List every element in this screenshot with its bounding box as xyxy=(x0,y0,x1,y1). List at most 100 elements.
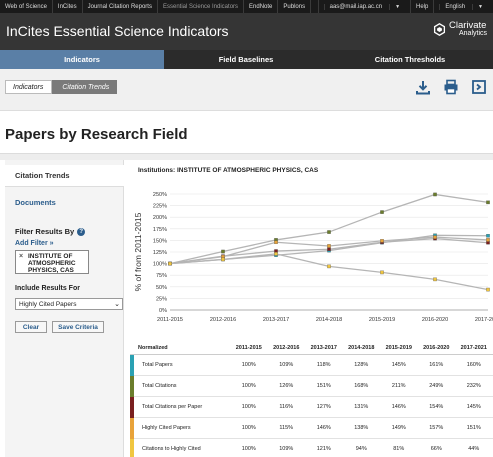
institution-label: Institutions: INSTITUTE OF ATMOSPHERIC P… xyxy=(138,167,319,174)
table-cell: 66% xyxy=(430,446,442,452)
table-cell: 100% xyxy=(241,404,256,410)
clarivate-logo-icon xyxy=(433,22,446,36)
table-cell: 157% xyxy=(429,425,444,431)
data-point xyxy=(486,287,490,292)
x-tick-label: 2012-2016 xyxy=(210,317,236,323)
add-filter-link[interactable]: Add Filter » xyxy=(5,240,124,247)
chevron-down-icon: ⌄ xyxy=(114,301,120,308)
table-cell: 100% xyxy=(241,425,256,431)
table-cell: 100% xyxy=(241,383,256,389)
data-point xyxy=(380,210,384,214)
page-title: Papers by Research Field xyxy=(5,126,188,143)
y-tick-label: 0% xyxy=(159,308,167,314)
y-tick-label: 225% xyxy=(153,204,167,210)
sidebar-item-citation-trends[interactable]: Citation Trends xyxy=(5,165,124,187)
sidebar-item-documents[interactable]: Documents xyxy=(5,198,124,207)
table-cell: 115% xyxy=(279,425,294,431)
tab-field-baselines[interactable]: Field Baselines xyxy=(164,50,328,69)
include-results-label: Include Results For xyxy=(15,285,80,292)
y-tick-label: 75% xyxy=(156,273,167,279)
data-point xyxy=(327,244,331,248)
remove-filter-icon[interactable]: × xyxy=(19,253,23,260)
data-point xyxy=(168,261,172,266)
table-row-label: Total Citations xyxy=(142,383,177,389)
table-header-cell: 2012-2016 xyxy=(273,345,300,351)
page-actions xyxy=(403,79,487,95)
table-header-cell: 2014-2018 xyxy=(348,345,375,351)
data-point xyxy=(327,247,331,251)
table-row-label: Total Citations per Paper xyxy=(142,404,203,410)
help-link[interactable]: Help xyxy=(410,0,433,13)
y-tick-label: 50% xyxy=(156,285,167,291)
include-results-select[interactable]: Highly Cited Papers ⌄ xyxy=(15,298,123,310)
link-jcr[interactable]: Journal Citation Reports xyxy=(83,0,158,13)
data-point xyxy=(327,230,331,234)
link-endnote[interactable]: EndNote xyxy=(244,0,279,13)
data-point xyxy=(486,234,490,238)
help-icon[interactable]: ? xyxy=(77,227,86,236)
table-row-label: Highly Cited Papers xyxy=(142,425,191,431)
data-point xyxy=(274,240,278,245)
table-cell: 109% xyxy=(279,362,294,368)
x-tick-label: 2016-2020 xyxy=(422,317,448,323)
table-cell: 145% xyxy=(391,362,406,368)
y-tick-label: 200% xyxy=(153,215,167,221)
table-cell: 44% xyxy=(468,446,480,452)
table-cell: 131% xyxy=(354,404,369,410)
table-cell: 211% xyxy=(391,383,406,389)
table-header-cell: 2011-2015 xyxy=(235,345,262,351)
breadcrumb: Indicators Citation Trends xyxy=(5,80,118,94)
x-tick-label: 2014-2018 xyxy=(316,317,342,323)
table-cell: 161% xyxy=(429,362,444,368)
language-menu[interactable]: English ▼ xyxy=(433,0,493,13)
account-menu[interactable]: aas@mail.iap.ac.cn ▼ xyxy=(317,0,410,13)
y-tick-label: 25% xyxy=(156,296,167,302)
data-point xyxy=(274,252,278,256)
x-tick-label: 2013-2017 xyxy=(263,317,289,323)
x-tick-label: 2011-2015 xyxy=(157,317,183,323)
breadcrumb-indicators[interactable]: Indicators xyxy=(5,80,53,94)
normalized-table: Normalized 2011-2015 2012-2016 2013-2017… xyxy=(130,342,493,457)
table-row: Total Papers 100% 109% 118% 128% 145% 161% 160% xyxy=(130,354,493,376)
table-cell: 116% xyxy=(279,404,294,410)
export-icon[interactable] xyxy=(471,79,487,95)
tab-citation-thresholds[interactable]: Citation Thresholds xyxy=(328,50,492,69)
y-axis-label: % of from 2011-2015 xyxy=(133,212,143,291)
link-incites[interactable]: InCites xyxy=(53,0,83,13)
data-point xyxy=(380,239,384,243)
table-cell: 138% xyxy=(354,425,369,431)
data-point xyxy=(433,277,437,282)
table-cell: 127% xyxy=(316,404,331,410)
filter-chip-label: INSTITUTE OF ATMOSPHERIC PHYSICS, CAS xyxy=(28,253,76,274)
y-tick-label: 125% xyxy=(153,250,167,256)
link-esi[interactable]: Essential Science Indicators xyxy=(158,0,245,13)
table-cell: 146% xyxy=(316,425,331,431)
trend-chart: 0% 25% 50% 75% 100% 125% 150% 175% 200% 225% 250% 2… xyxy=(133,192,493,323)
y-tick-label: 175% xyxy=(153,227,167,233)
app-title: InCites Essential Science Indicators xyxy=(6,23,229,39)
table-cell: 126% xyxy=(279,383,294,389)
table-cell: 128% xyxy=(354,362,369,368)
include-results-value: Highly Cited Papers xyxy=(19,300,77,308)
tab-indicators[interactable]: Indicators xyxy=(0,50,164,69)
table-cell: 154% xyxy=(429,404,444,410)
link-web-of-science[interactable]: Web of Science xyxy=(0,0,53,13)
table-row-label: Citations to Highly Cited xyxy=(142,446,201,452)
clear-button[interactable]: Clear xyxy=(15,321,47,333)
table-header-cell: 2017-2021 xyxy=(460,345,487,351)
app-header: InCites Essential Science Indicators Cla… xyxy=(0,13,493,50)
table-cell: 232% xyxy=(466,383,481,389)
save-criteria-button[interactable]: Save Criteria xyxy=(52,321,104,333)
table-cell: 100% xyxy=(241,446,256,452)
table-header-cell: 2016-2020 xyxy=(423,345,450,351)
table-cell: 81% xyxy=(393,446,405,452)
data-point xyxy=(486,200,490,205)
print-icon[interactable] xyxy=(443,79,459,95)
download-icon[interactable] xyxy=(415,79,431,95)
table-cell: 100% xyxy=(241,362,256,368)
data-point xyxy=(327,264,331,269)
main-panel: Institutions: INSTITUTE OF ATMOSPHERIC P… xyxy=(130,160,493,457)
link-publons[interactable]: Publons xyxy=(278,0,312,13)
table-row: Citations to Highly Cited 100% 109% 121% 94%… xyxy=(130,438,493,457)
language-label: English xyxy=(439,3,470,10)
